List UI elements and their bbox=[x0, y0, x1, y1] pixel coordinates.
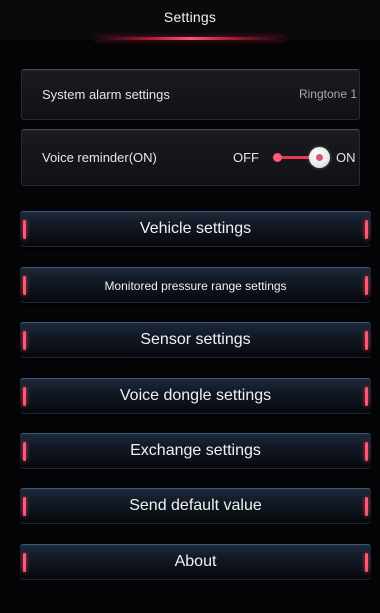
toggle-off-label[interactable]: OFF bbox=[233, 150, 259, 165]
voice-reminder-toggle-knob[interactable] bbox=[309, 147, 330, 168]
sensor-settings-label: Sensor settings bbox=[140, 331, 251, 348]
about-label: About bbox=[174, 553, 217, 570]
pressure-range-settings-label: Monitored pressure range settings bbox=[104, 279, 287, 293]
send-default-value-button[interactable]: Send default value bbox=[20, 488, 371, 524]
pressure-range-settings-button[interactable]: Monitored pressure range settings bbox=[20, 267, 371, 303]
sensor-settings-button[interactable]: Sensor settings bbox=[20, 322, 371, 358]
alarm-settings-row[interactable]: System alarm settings Ringtone 1 bbox=[21, 69, 360, 120]
page-title: Settings bbox=[163, 9, 217, 25]
exchange-settings-button[interactable]: Exchange settings bbox=[20, 433, 371, 469]
send-default-value-label: Send default value bbox=[129, 497, 262, 514]
voice-dongle-settings-label: Voice dongle settings bbox=[119, 387, 272, 404]
exchange-settings-label: Exchange settings bbox=[130, 442, 261, 459]
about-button[interactable]: About bbox=[20, 544, 371, 580]
alarm-ringtone-value: Ringtone 1 bbox=[298, 87, 357, 101]
alarm-settings-label: System alarm settings bbox=[42, 87, 170, 102]
vehicle-settings-label: Vehicle settings bbox=[139, 220, 252, 237]
title-underline-glow bbox=[95, 37, 285, 40]
voice-reminder-label: Voice reminder(ON) bbox=[42, 150, 157, 165]
vehicle-settings-button[interactable]: Vehicle settings bbox=[20, 211, 371, 247]
voice-dongle-settings-button[interactable]: Voice dongle settings bbox=[20, 378, 371, 414]
voice-reminder-toggle-start-dot bbox=[273, 153, 282, 162]
toggle-on-label[interactable]: ON bbox=[336, 150, 356, 165]
voice-reminder-row: Voice reminder(ON) OFF ON bbox=[21, 129, 360, 186]
header-bar: Settings bbox=[0, 0, 380, 40]
